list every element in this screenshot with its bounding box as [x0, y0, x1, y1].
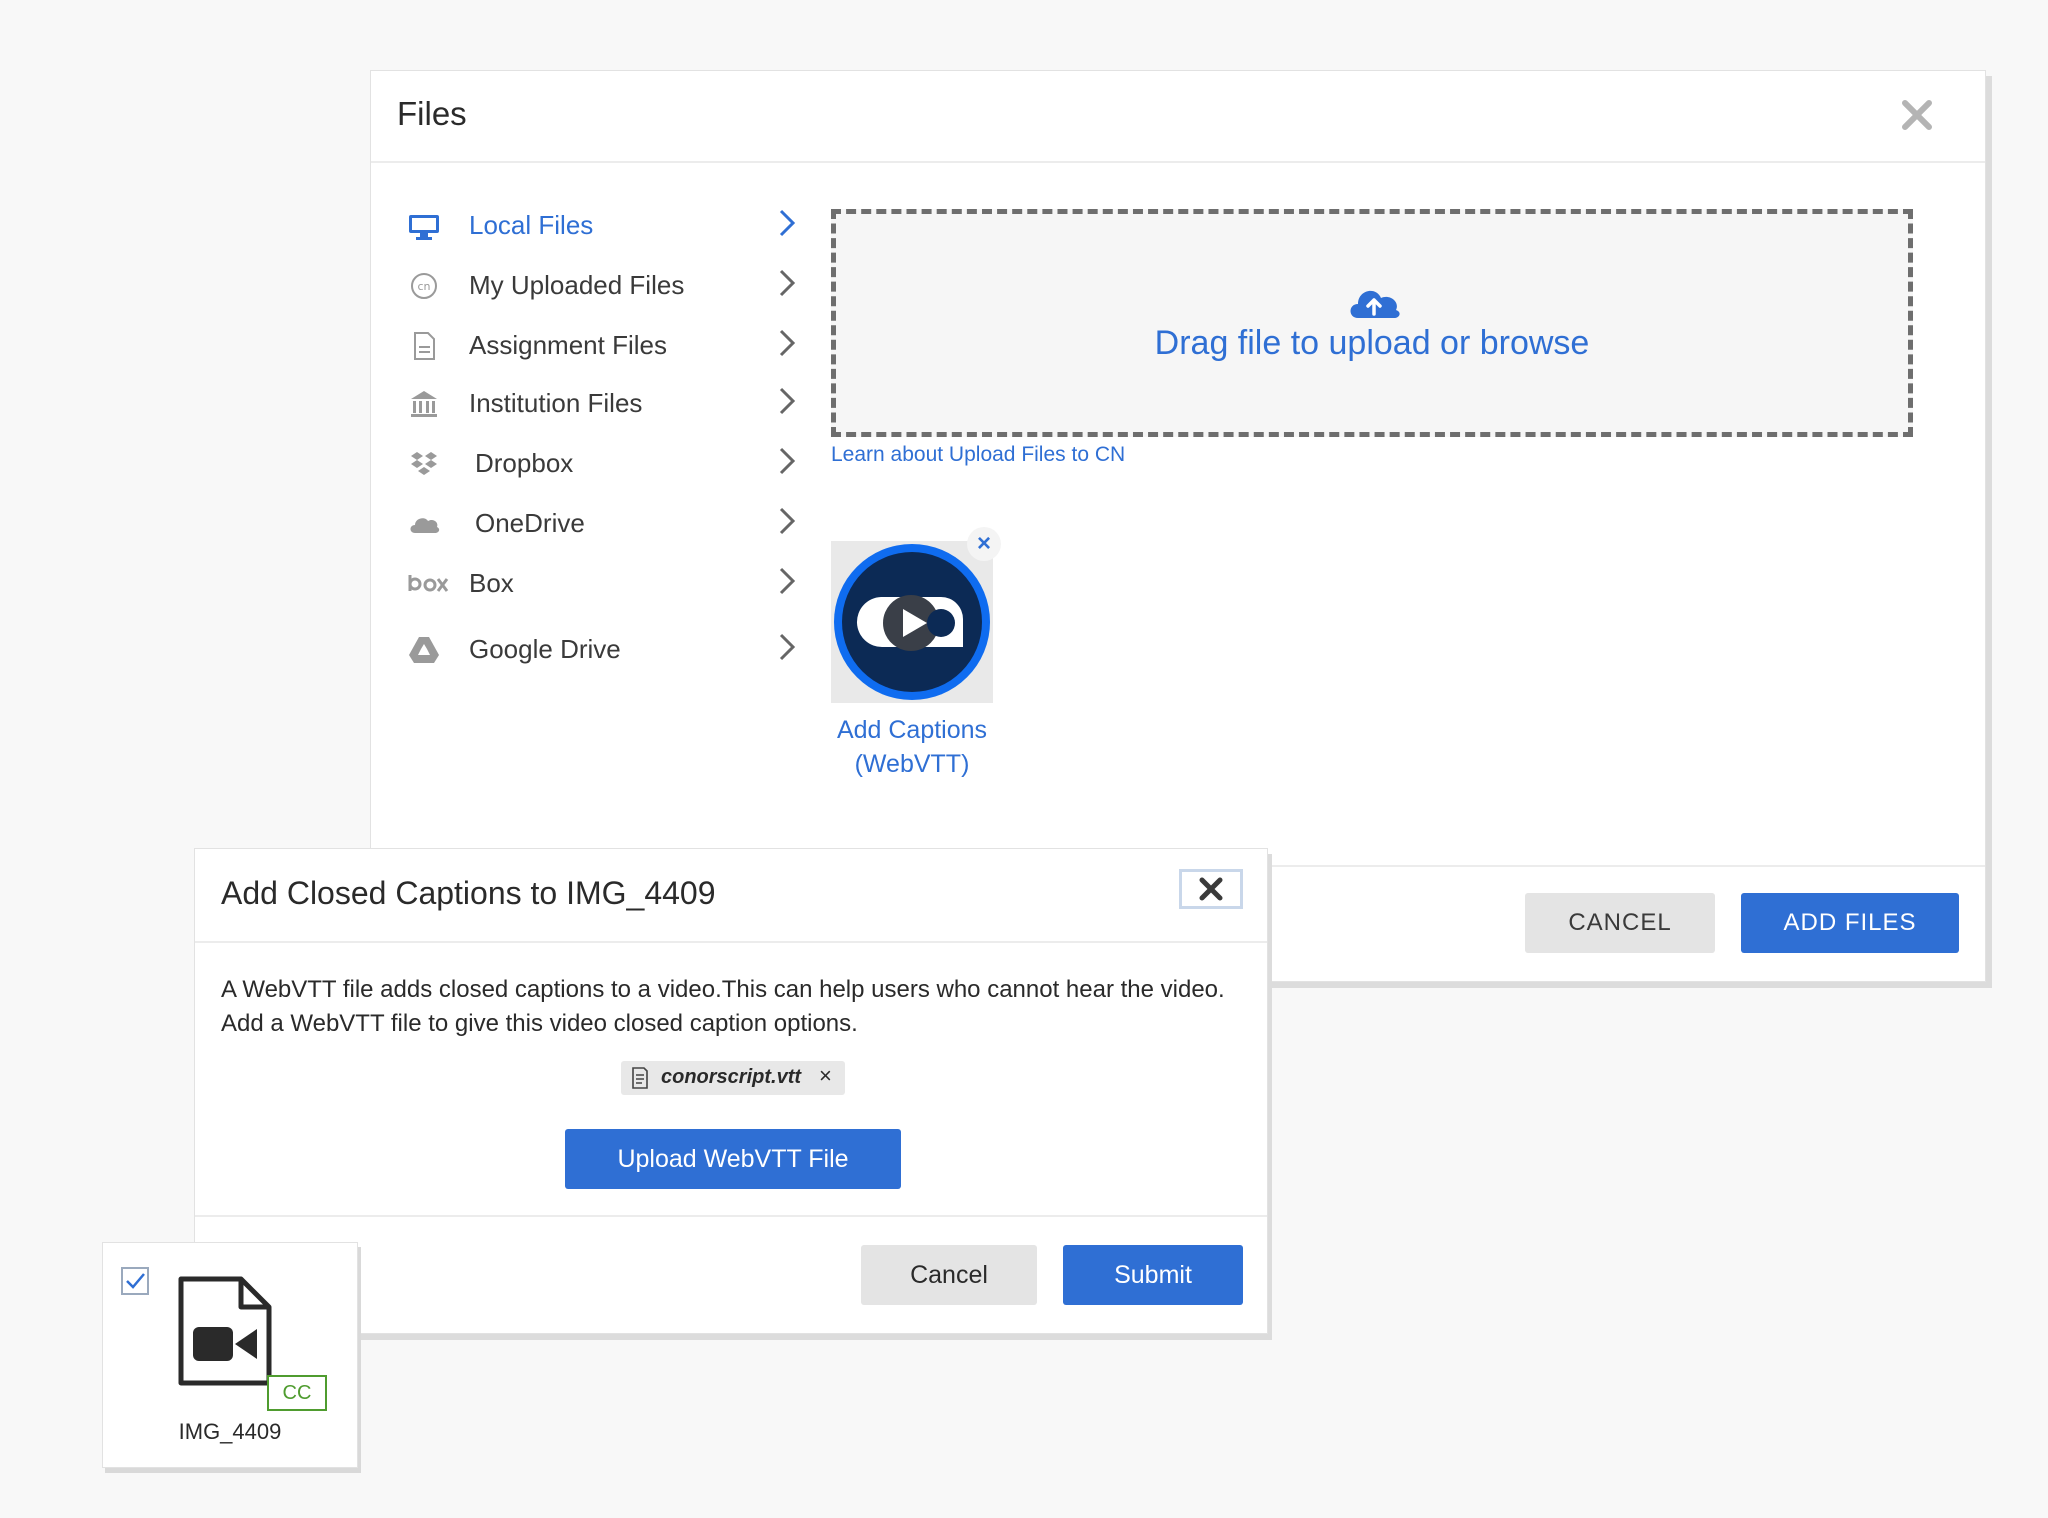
attached-file-name: conorscript.vtt — [661, 1066, 802, 1088]
sidebar-item-onedrive[interactable]: OneDrive — [407, 499, 1133, 551]
sidebar-item-label: OneDrive — [475, 508, 585, 538]
dropbox-icon — [411, 452, 437, 475]
add-captions-label[interactable]: Add Captions (WebVTT) — [801, 713, 1023, 781]
files-dialog: Files Local Files cn My Uploaded Files A… — [370, 70, 1986, 982]
captions-dialog-title: Add Closed Captions to IMG_4409 — [221, 875, 716, 911]
dropzone-text: Drag file to upload or browse — [1154, 324, 1590, 362]
chevron-right-icon — [779, 447, 796, 475]
cloud-icon — [410, 518, 440, 533]
divider — [195, 1215, 1267, 1217]
monitor-icon — [409, 215, 439, 240]
remove-attached-file-button[interactable]: × — [819, 1063, 832, 1089]
checkmark-icon — [126, 1273, 145, 1289]
file-card[interactable]: CC IMG_4409 — [102, 1242, 358, 1468]
captions-description: A WebVTT file adds closed captions to a … — [221, 976, 1225, 1037]
files-dialog-title: Files — [397, 95, 467, 132]
cn-icon: cn — [411, 273, 437, 299]
sidebar-item-label: Institution Files — [469, 388, 643, 418]
captions-cancel-button[interactable]: Cancel — [861, 1245, 1037, 1305]
cloud-upload-icon — [1350, 290, 1400, 318]
sidebar-item-label: My Uploaded Files — [469, 270, 685, 300]
chevron-right-icon — [779, 387, 796, 415]
add-captions-label-line1: Add Captions — [836, 716, 988, 744]
sidebar-item-google-drive[interactable]: Google Drive — [407, 625, 1133, 677]
add-captions-label-line2: (WebVTT) — [854, 750, 970, 778]
captions-dialog-header: Add Closed Captions to IMG_4409 — [195, 849, 1267, 943]
attached-file-chip: conorscript.vtt × — [621, 1061, 845, 1095]
remove-tile-button[interactable]: × — [967, 527, 1001, 561]
chevron-right-icon — [779, 507, 796, 535]
files-dialog-close-button[interactable] — [1897, 95, 1937, 135]
upload-webvtt-button[interactable]: Upload WebVTT File — [565, 1129, 901, 1189]
chevron-right-icon — [779, 269, 796, 297]
sidebar-item-label: Dropbox — [475, 448, 574, 478]
svg-text:cn: cn — [417, 280, 430, 293]
institution-icon — [411, 391, 437, 417]
cc-badge: CC — [267, 1375, 327, 1411]
chevron-right-icon — [779, 567, 796, 595]
video-logo-icon — [834, 544, 990, 700]
files-cancel-button[interactable]: CANCEL — [1525, 893, 1715, 953]
box-logo-icon — [408, 575, 449, 592]
file-dropzone[interactable]: Drag file to upload or browse — [831, 209, 1913, 437]
add-captions-tile[interactable] — [831, 541, 993, 703]
document-icon — [414, 332, 435, 360]
google-drive-icon — [409, 637, 439, 663]
sidebar-item-label: Assignment Files — [469, 330, 667, 360]
chevron-right-icon — [779, 329, 796, 357]
file-text-icon — [632, 1067, 648, 1089]
chevron-right-icon — [779, 209, 796, 237]
chevron-right-icon — [779, 633, 796, 661]
file-name: IMG_4409 — [178, 1419, 282, 1444]
learn-upload-link[interactable]: Learn about Upload Files to CN — [831, 443, 1125, 467]
captions-dialog-close-button[interactable] — [1179, 869, 1243, 909]
close-icon — [1199, 877, 1223, 901]
sidebar-item-label: Box — [469, 568, 514, 598]
file-select-checkbox[interactable] — [121, 1267, 149, 1295]
sidebar-item-label: Local Files — [469, 210, 594, 240]
captions-submit-button[interactable]: Submit — [1063, 1245, 1243, 1305]
files-dialog-header: Files — [371, 71, 1985, 163]
add-files-button[interactable]: ADD FILES — [1741, 893, 1959, 953]
sidebar-item-label: Google Drive — [469, 634, 621, 664]
close-icon — [1902, 100, 1932, 130]
sidebar-item-box[interactable]: Box — [407, 559, 1133, 611]
video-file-icon — [178, 1276, 272, 1386]
